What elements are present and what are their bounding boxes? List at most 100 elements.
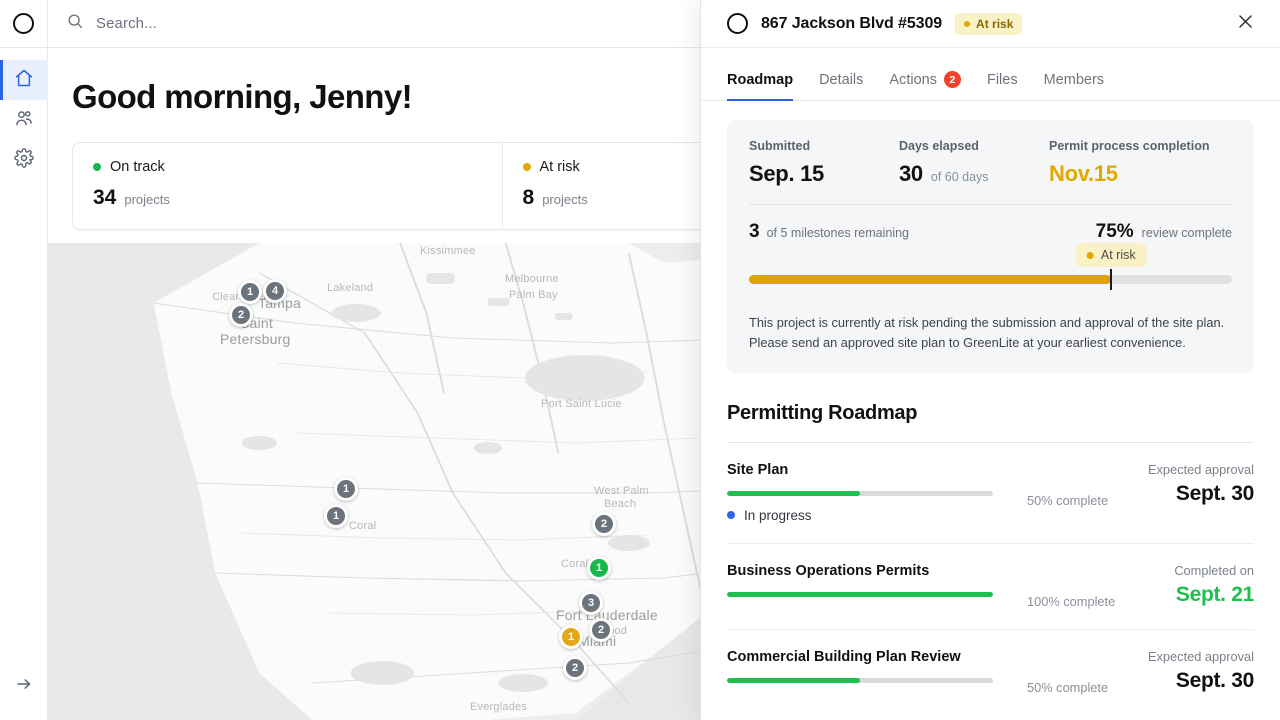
metric-value-row: 30 of 60 days <box>899 161 1049 187</box>
sidebar-item-home[interactable] <box>0 60 48 100</box>
milestone-percent: 50% complete <box>1027 649 1145 695</box>
review-text: review complete <box>1142 226 1232 240</box>
progress-needle <box>1110 269 1112 290</box>
people-icon <box>14 108 34 133</box>
tab-label: Details <box>819 72 863 88</box>
milestone-name: Site Plan <box>727 462 1027 478</box>
summary-metrics-row: Submitted Sep. 15 Days elapsed 30 of 60 … <box>749 139 1232 187</box>
milestone-date-label: Expected approval <box>1148 649 1254 664</box>
milestones-count: 3 <box>749 221 760 243</box>
drawer-tabs: Roadmap Details Actions 2 Files Members <box>701 48 1280 101</box>
metric-sub: of 60 days <box>931 170 989 184</box>
map-marker[interactable]: 1 <box>587 556 611 580</box>
milestone-date: Expected approval Sept. 30 <box>1148 649 1254 693</box>
status-dot-at-risk <box>523 163 531 171</box>
tab-label: Files <box>987 72 1018 88</box>
milestone-progress-track <box>727 491 993 496</box>
tab-files[interactable]: Files <box>987 71 1018 101</box>
metric-value: 30 <box>899 161 923 187</box>
status-badge: At risk <box>955 13 1022 35</box>
circle-logo-icon <box>727 13 748 34</box>
tab-badge-count: 2 <box>944 71 961 88</box>
stat-header: On track <box>93 159 482 175</box>
map-marker[interactable]: 2 <box>589 618 613 642</box>
stat-label: At risk <box>540 159 580 175</box>
milestone-date: Completed on Sept. 21 <box>1174 563 1254 607</box>
milestone-date-value: Sept. 30 <box>1148 669 1254 693</box>
tab-actions[interactable]: Actions 2 <box>889 71 961 101</box>
map-marker[interactable]: 1 <box>324 504 348 528</box>
progress-track <box>749 275 1232 284</box>
metric-days-elapsed: Days elapsed 30 of 60 days <box>899 139 1049 187</box>
map-marker[interactable]: 4 <box>263 279 287 303</box>
risk-note: This project is currently at risk pendin… <box>749 313 1232 353</box>
milestone-date-label: Expected approval <box>1148 462 1254 477</box>
milestone-percent: 100% complete <box>1027 563 1145 609</box>
sidebar-nav <box>0 60 48 180</box>
stat-value-row: 34 projects <box>93 186 482 210</box>
risk-progress-bar[interactable]: At risk <box>749 269 1232 299</box>
milestones-text: of 5 milestones remaining <box>767 226 909 240</box>
map-marker[interactable]: 1 <box>559 625 583 649</box>
metric-label: Days elapsed <box>899 139 1049 153</box>
map-marker[interactable]: 2 <box>592 512 616 536</box>
milestone-date-value: Sept. 30 <box>1148 482 1254 506</box>
stat-count: 8 <box>523 186 535 210</box>
map-marker[interactable]: 3 <box>579 591 603 615</box>
tab-members[interactable]: Members <box>1044 71 1104 101</box>
milestone-main: Business Operations Permits <box>727 563 1027 597</box>
milestone-percent: 50% complete <box>1027 462 1145 508</box>
sidebar <box>0 0 48 720</box>
tab-roadmap[interactable]: Roadmap <box>727 71 793 101</box>
summary-progress-row: 3 of 5 milestones remaining 75% review c… <box>749 221 1232 243</box>
milestone-progress-fill <box>727 678 860 683</box>
review-percent: 75% <box>1096 221 1134 243</box>
milestone-status: In progress <box>727 508 1027 523</box>
milestone-date-value: Sept. 21 <box>1174 583 1254 607</box>
project-summary-card: Submitted Sep. 15 Days elapsed 30 of 60 … <box>727 120 1254 373</box>
map-marker[interactable]: 1 <box>334 477 358 501</box>
status-dot-in-progress <box>727 511 735 519</box>
milestone-name: Commercial Building Plan Review <box>727 649 1027 665</box>
sidebar-item-settings[interactable] <box>0 140 48 180</box>
project-detail-drawer: 867 Jackson Blvd #5309 At risk Roadmap D… <box>700 0 1280 720</box>
stat-unit: projects <box>124 192 170 207</box>
milestone-row[interactable]: Commercial Building Plan Review 50% comp… <box>727 630 1254 695</box>
review-complete: 75% review complete <box>1096 221 1232 243</box>
search-icon <box>66 12 84 35</box>
milestone-progress-fill <box>727 592 993 597</box>
tab-details[interactable]: Details <box>819 71 863 101</box>
expand-sidebar-button[interactable] <box>0 666 48 706</box>
tab-label: Roadmap <box>727 72 793 88</box>
milestone-date: Expected approval Sept. 30 <box>1148 462 1254 506</box>
app-logo[interactable] <box>0 0 48 48</box>
sidebar-item-team[interactable] <box>0 100 48 140</box>
milestone-row[interactable]: Business Operations Permits 100% complet… <box>727 544 1254 609</box>
milestone-row[interactable]: Site Plan In progress 50% complete Expec… <box>727 443 1254 523</box>
milestone-progress-track <box>727 592 993 597</box>
metric-value: Sep. 15 <box>749 161 824 187</box>
metric-value-row: Nov.15 <box>1049 161 1232 187</box>
map-marker[interactable]: 1 <box>238 280 262 304</box>
progress-fill <box>749 275 1111 284</box>
drawer-header: 867 Jackson Blvd #5309 At risk <box>701 0 1280 48</box>
risk-marker-label: At risk <box>1101 248 1136 262</box>
arrow-right-icon <box>15 675 33 698</box>
map-marker[interactable]: 2 <box>229 303 253 327</box>
status-dot-at-risk <box>964 21 970 27</box>
stat-label: On track <box>110 159 165 175</box>
app-root: Search... Good morning, Jenny! On track … <box>0 0 1280 720</box>
milestone-status-label: In progress <box>744 508 812 523</box>
status-dot-at-risk <box>1087 252 1094 259</box>
close-drawer-button[interactable] <box>1232 11 1258 37</box>
metric-value-row: Sep. 15 <box>749 161 899 187</box>
stat-unit: projects <box>542 192 588 207</box>
risk-marker-tooltip: At risk <box>1076 243 1147 267</box>
stat-card-on-track[interactable]: On track 34 projects <box>73 143 503 229</box>
status-badge-label: At risk <box>976 17 1013 31</box>
map-marker[interactable]: 2 <box>563 656 587 680</box>
gear-icon <box>14 148 34 173</box>
drawer-title: 867 Jackson Blvd #5309 <box>761 15 942 33</box>
metric-permit-completion: Permit process completion Nov.15 <box>1049 139 1232 187</box>
milestone-main: Commercial Building Plan Review <box>727 649 1027 683</box>
